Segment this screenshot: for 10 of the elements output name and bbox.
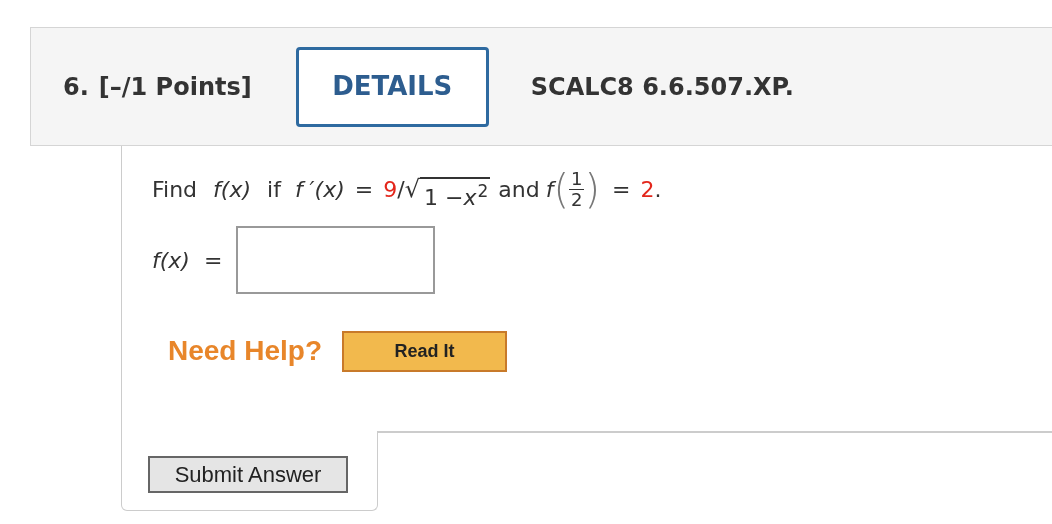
- submit-answer-button[interactable]: Submit Answer: [148, 456, 348, 493]
- equals-sign: =: [203, 246, 223, 275]
- question-code: SCALC8 6.6.507.XP.: [530, 71, 794, 103]
- answer-field[interactable]: [236, 226, 436, 294]
- read-it-button[interactable]: Read It: [342, 330, 508, 372]
- need-help-label: Need Help?: [168, 334, 323, 368]
- details-button[interactable]: DETAILS: [295, 46, 489, 127]
- answer-label: f(x): [152, 246, 190, 275]
- question-number: 6.: [63, 71, 89, 103]
- points-label: [–/1 Points]: [98, 71, 252, 103]
